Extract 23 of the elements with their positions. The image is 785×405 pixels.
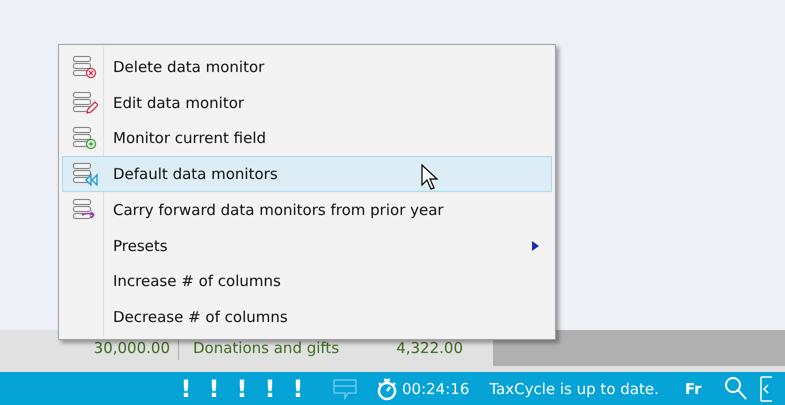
submenu-arrow-icon [532, 240, 539, 251]
chat-icon[interactable] [332, 378, 358, 400]
menu-item[interactable]: Increase # of columns [62, 264, 552, 300]
server-delete-icon [72, 54, 98, 79]
menu-item[interactable]: Carry forward data monitors from prior year [62, 192, 552, 228]
server-rewind-icon [72, 162, 98, 186]
menu-item[interactable]: Edit data monitor [62, 84, 552, 120]
status-message: TaxCycle is up to date. [489, 380, 659, 398]
server-add-icon [72, 126, 98, 150]
stopwatch-icon [376, 376, 398, 400]
table-cell-text: 30,000.00 [92, 339, 170, 357]
timer-text: 00:24:16 [402, 380, 470, 398]
collapse-icon[interactable] [760, 376, 772, 402]
mouse-cursor-icon [421, 164, 441, 192]
menu-item[interactable]: Delete data monitor [62, 49, 552, 85]
table-cell-text: Donations and gifts [193, 339, 340, 357]
menu-item[interactable]: Decrease # of columns [62, 299, 552, 335]
table-cell-text: 4,322.00 [395, 339, 463, 357]
menu-item[interactable]: Default data monitors [62, 156, 552, 192]
menu-item[interactable]: Presets [62, 228, 552, 264]
search-icon[interactable] [724, 376, 748, 402]
server-pencil-icon [72, 90, 98, 115]
menu-item[interactable]: Monitor current field [62, 120, 552, 156]
